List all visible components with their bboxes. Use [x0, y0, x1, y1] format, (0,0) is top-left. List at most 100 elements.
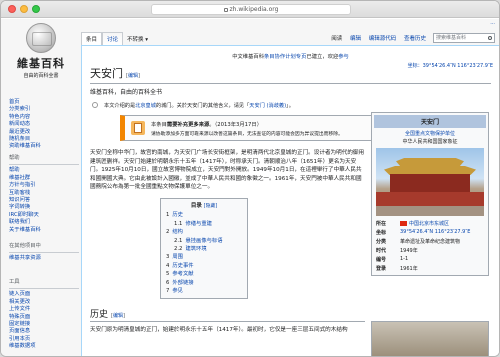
- tab-history[interactable]: 查看历史: [401, 32, 429, 45]
- nav-main: 首页 分类索引 特色内容 新闻动态 最近更改 随机条目 资助维基百科: [9, 99, 79, 151]
- divider: [9, 164, 79, 166]
- tab-talk[interactable]: 讨论: [102, 32, 124, 45]
- zoom-window-button[interactable]: [32, 5, 40, 13]
- location-link[interactable]: 中国北京市东城区: [409, 221, 449, 227]
- toc-item[interactable]: 6 外部链接: [166, 279, 242, 287]
- nav-item[interactable]: 字词转换: [9, 204, 79, 211]
- infobox-value: 中国北京市东城区: [398, 219, 486, 228]
- coordinates-link[interactable]: 坐标：39°54′26.4″N 116°23′27.9″E: [408, 62, 493, 69]
- infobox-row: 编号 1-1: [374, 255, 486, 264]
- infobox-row: 分类 革命遗址及革命纪念建筑物: [374, 237, 486, 246]
- nav-item[interactable]: 联络我们: [9, 219, 79, 226]
- edit-link[interactable]: 编辑: [128, 73, 138, 79]
- edit-link[interactable]: 编辑: [113, 313, 123, 319]
- history-photo[interactable]: [371, 321, 489, 356]
- search-input[interactable]: 搜索维基百科: [433, 33, 495, 43]
- disambiguation-link[interactable]: 天安门 (消歧義): [249, 103, 286, 109]
- infobox-key: 编号: [376, 257, 387, 263]
- personal-tools[interactable]: ...: [490, 20, 495, 26]
- toc-label: 参考文献: [172, 271, 194, 278]
- infobox-value: 1961年: [400, 266, 418, 272]
- infobox-value: 1949年: [400, 248, 418, 254]
- nav-item[interactable]: 资助维基百科: [9, 143, 79, 150]
- toc-item[interactable]: 7 参见: [166, 287, 242, 295]
- nav-item[interactable]: 帮助: [9, 167, 79, 174]
- nav-item[interactable]: 特殊页面: [9, 314, 79, 321]
- photo-ground: [376, 206, 484, 216]
- browser-window: zh.wikipedia.org 維基百科 自由的百科全書 首页 分类索引 特色…: [0, 0, 500, 357]
- toc-num: 1.1: [174, 220, 183, 227]
- tagline: 维基百科，自由的百科全书: [90, 89, 163, 96]
- notice-link[interactable]: 条目协作计划专页: [264, 54, 306, 60]
- lock-icon: [223, 7, 228, 12]
- toc-title-text: 目录: [190, 202, 202, 209]
- toc-num: 6: [166, 279, 170, 286]
- nav-item[interactable]: 方针与指引: [9, 182, 79, 189]
- tab-edit[interactable]: 编辑: [347, 32, 364, 45]
- toc-item[interactable]: 1.1 修缮与重建: [166, 220, 242, 228]
- coordinates-link[interactable]: 39°54′26.4″N 116°23′27.9″E: [400, 229, 470, 235]
- toc-item[interactable]: 4 历史事件: [166, 262, 242, 270]
- nav-item[interactable]: 分类索引: [9, 106, 79, 113]
- sidebar: 維基百科 自由的百科全書 首页 分类索引 特色内容 新闻动态 最近更改 随机条目…: [1, 19, 81, 356]
- infobox-row: 时代 1949年: [374, 246, 486, 255]
- infobox-row: 所在 中国北京市东城区: [374, 219, 486, 228]
- toc-item[interactable]: 2.1 悬挂画像与标语: [166, 237, 242, 245]
- nav-item[interactable]: 维基数据项: [9, 343, 79, 350]
- toc-item[interactable]: 3 周围: [166, 253, 242, 261]
- toc-num: 1: [166, 212, 170, 219]
- hatnote-link[interactable]: 北京皇城: [135, 103, 156, 109]
- wikipedia-page: 維基百科 自由的百科全書 首页 分类索引 特色内容 新闻动态 最近更改 随机条目…: [1, 19, 499, 356]
- infobox-caption-link[interactable]: 全国重点文物保护单位: [374, 130, 486, 137]
- wikipedia-logo[interactable]: 維基百科 自由的百科全書: [9, 23, 73, 95]
- nav-item[interactable]: 页面信息: [9, 328, 79, 335]
- toc-num: 2: [166, 229, 170, 236]
- toc-item[interactable]: 2.2 建筑环境: [166, 245, 242, 253]
- section-edit: [编辑]: [111, 313, 125, 320]
- search-icon[interactable]: [488, 36, 492, 40]
- address-bar[interactable]: zh.wikipedia.org: [151, 4, 351, 15]
- infobox-title: 天安门: [374, 115, 486, 128]
- nav-item[interactable]: 链入页面: [9, 291, 79, 298]
- nav-item[interactable]: 上传文件: [9, 306, 79, 313]
- notice-link[interactable]: 参与: [338, 54, 349, 60]
- nav-item[interactable]: 最近更改: [9, 129, 79, 136]
- section-heading-history: 历史 [编辑]: [90, 307, 365, 323]
- search-placeholder: 搜索维基百科: [436, 35, 467, 41]
- hatnote-text: 的城门。关於天安门的其他含义，请见「: [155, 103, 250, 109]
- toc-hide-link[interactable]: [隐藏]: [204, 204, 217, 209]
- nav-help-heading: 帮助: [9, 155, 20, 161]
- view-tabs: 阅读 编辑 编辑源代码 查看历史: [328, 32, 429, 45]
- nav-other-heading: 在其他项目中: [9, 243, 41, 249]
- nav-item[interactable]: 新闻动态: [9, 121, 79, 128]
- infobox-key: 所在: [376, 221, 387, 227]
- toc-item[interactable]: 2 结构: [166, 228, 242, 236]
- nav-tools-heading: 工具: [9, 279, 20, 285]
- tab-article[interactable]: 条目: [81, 32, 103, 45]
- toc-num: 7: [166, 288, 170, 295]
- book-icon: [131, 121, 145, 135]
- minimize-window-button[interactable]: [20, 5, 28, 13]
- nav-item[interactable]: 关于维基百科: [9, 227, 79, 234]
- tab-read[interactable]: 阅读: [328, 32, 345, 45]
- nav-help: 帮助 帮助 维基社群 方针与指引 互助客栈 知识问答 字词转换 IRC即时聊天 …: [9, 155, 79, 234]
- toc-label: 历史: [172, 212, 183, 219]
- toc-num: 2.1: [174, 237, 183, 244]
- photo-roof: [396, 158, 464, 166]
- notice-text: 已建立，欢迎: [306, 54, 339, 60]
- nav-item[interactable]: 维基共享资源: [9, 255, 79, 262]
- infobox-row: 登录 1961年: [374, 264, 486, 273]
- toc-label: 历史事件: [172, 262, 194, 269]
- toc-item[interactable]: 1 历史: [166, 211, 242, 219]
- ambox-bold: 需要补充更多来源: [166, 122, 210, 128]
- tab-edit-source[interactable]: 编辑源代码: [366, 32, 400, 45]
- infobox-value: 革命遗址及革命纪念建筑物: [400, 239, 461, 245]
- close-window-button[interactable]: [8, 5, 16, 13]
- hatnote-text: 」。: [286, 103, 294, 109]
- tiananmen-photo[interactable]: [376, 148, 484, 216]
- toc-num: 2.2: [174, 246, 183, 252]
- toc-item[interactable]: 5 参考文献: [166, 270, 242, 278]
- nav-item[interactable]: 互助客栈: [9, 190, 79, 197]
- site-notice: 中文维基百科条目协作计划专页已建立，欢迎参与: [90, 52, 491, 60]
- photo-gate: [390, 174, 470, 192]
